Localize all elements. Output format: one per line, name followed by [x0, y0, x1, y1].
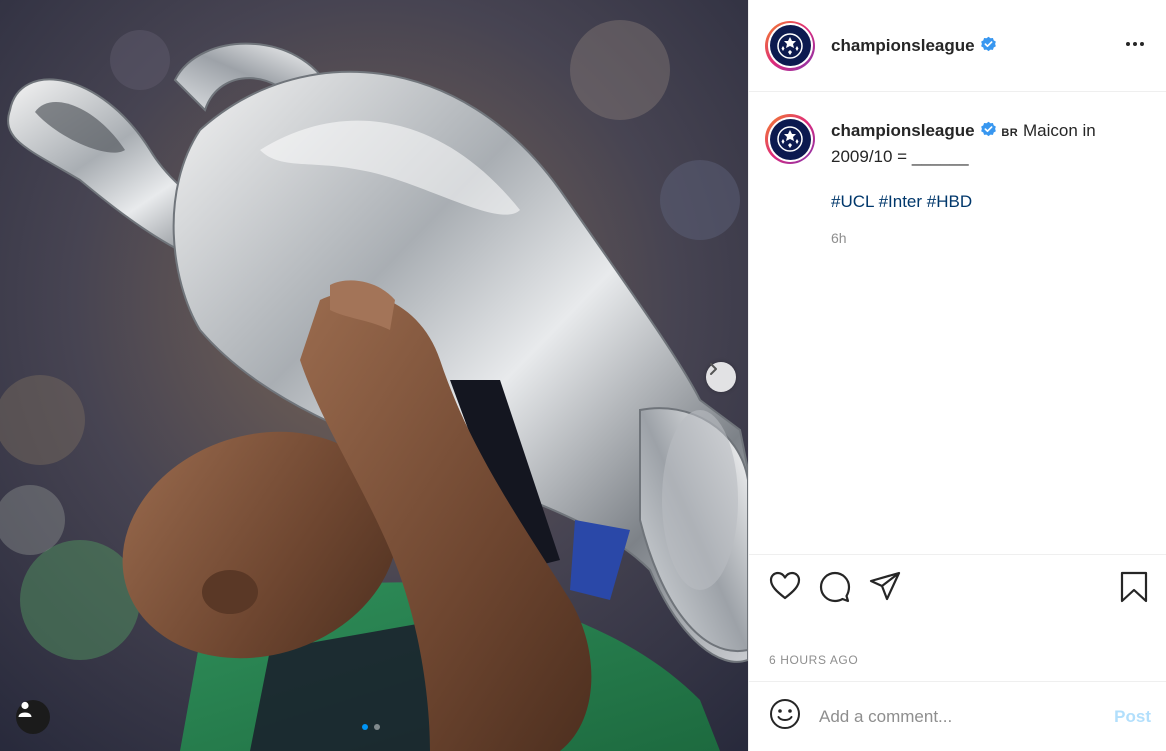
post-timestamp[interactable]: 6 HOURS AGO — [769, 653, 858, 667]
comments-section: championsleague BR Maicon in 2009/10 = _… — [749, 92, 1166, 554]
hashtag-link[interactable]: #HBD — [927, 192, 972, 211]
carousel-dot — [374, 724, 380, 730]
bookmark-icon[interactable] — [1119, 571, 1149, 608]
more-options-icon[interactable] — [1126, 36, 1144, 52]
caption-username[interactable]: championsleague — [831, 121, 975, 140]
ucl-logo-icon — [769, 25, 811, 66]
ucl-logo-icon — [769, 118, 811, 160]
hashtag-link[interactable]: #UCL — [831, 192, 874, 211]
comment-icon[interactable] — [819, 571, 851, 608]
caption-time[interactable]: 6h — [831, 227, 1131, 250]
verified-badge-icon — [980, 121, 997, 138]
emoji-icon[interactable] — [769, 698, 801, 735]
post-photo — [0, 0, 748, 751]
brazil-flag-icon: BR — [1001, 127, 1019, 139]
carousel-dot-active — [362, 724, 368, 730]
share-icon[interactable] — [869, 571, 901, 606]
comment-input[interactable] — [819, 706, 1115, 727]
caption-body: championsleague BR Maicon in 2009/10 = _… — [831, 114, 1131, 250]
carousel-indicator — [362, 724, 380, 730]
hashtag-link[interactable]: #Inter — [879, 192, 922, 211]
post-header: championsleague — [749, 0, 1166, 92]
user-tag-button[interactable] — [16, 700, 50, 734]
username-text: championsleague — [831, 35, 975, 55]
carousel-next-button[interactable] — [706, 362, 736, 392]
caption: championsleague BR Maicon in 2009/10 = _… — [765, 114, 1151, 250]
hashtag-list: #UCL #Inter #HBD — [831, 190, 1131, 213]
caption-line: championsleague BR Maicon in 2009/10 = _… — [831, 119, 1131, 168]
action-bar: 6 HOURS AGO — [749, 554, 1166, 681]
post-media[interactable] — [0, 0, 748, 751]
post-side-panel: championsleague championsleague BR Maico… — [748, 0, 1166, 751]
avatar[interactable] — [765, 20, 815, 71]
post-comment-button[interactable]: Post — [1114, 707, 1151, 727]
post-username[interactable]: championsleague — [831, 36, 997, 56]
heart-icon[interactable] — [769, 571, 801, 606]
verified-badge-icon — [980, 36, 997, 53]
caption-avatar[interactable] — [765, 114, 815, 164]
add-comment-bar: Post — [749, 681, 1166, 751]
